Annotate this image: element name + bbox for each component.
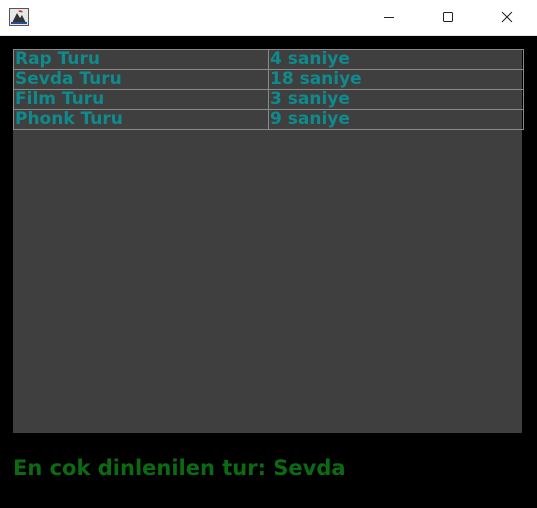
minimize-button[interactable] <box>366 0 412 35</box>
title-bar[interactable] <box>0 0 537 36</box>
genre-cell[interactable]: Sevda Turu <box>13 69 269 90</box>
table-row[interactable]: Sevda Turu 18 saniye <box>13 69 524 90</box>
table-row[interactable]: Film Turu 3 saniye <box>13 89 524 110</box>
genre-table[interactable]: Rap Turu 4 saniye Sevda Turu 18 saniye F… <box>13 49 524 130</box>
genre-cell[interactable]: Film Turu <box>13 89 269 110</box>
most-listened-genre-label: En cok dinlenilen tur: Sevda <box>13 456 346 480</box>
app-window: Rap Turu 4 saniye Sevda Turu 18 saniye F… <box>0 0 537 508</box>
duration-cell[interactable]: 9 saniye <box>268 109 524 130</box>
minimize-icon <box>383 8 395 27</box>
duration-cell[interactable]: 3 saniye <box>268 89 524 110</box>
table-row[interactable]: Phonk Turu 9 saniye <box>13 109 524 130</box>
genre-cell[interactable]: Phonk Turu <box>13 109 269 130</box>
duration-cell[interactable]: 4 saniye <box>268 49 524 70</box>
close-button[interactable] <box>484 0 530 35</box>
duration-cell[interactable]: 18 saniye <box>268 69 524 90</box>
table-row[interactable]: Rap Turu 4 saniye <box>13 49 524 70</box>
java-app-icon <box>9 8 29 26</box>
genre-cell[interactable]: Rap Turu <box>13 49 269 70</box>
close-icon <box>501 8 513 27</box>
genre-table-panel[interactable]: Rap Turu 4 saniye Sevda Turu 18 saniye F… <box>13 49 524 433</box>
maximize-icon <box>442 8 454 27</box>
maximize-button[interactable] <box>425 0 471 35</box>
